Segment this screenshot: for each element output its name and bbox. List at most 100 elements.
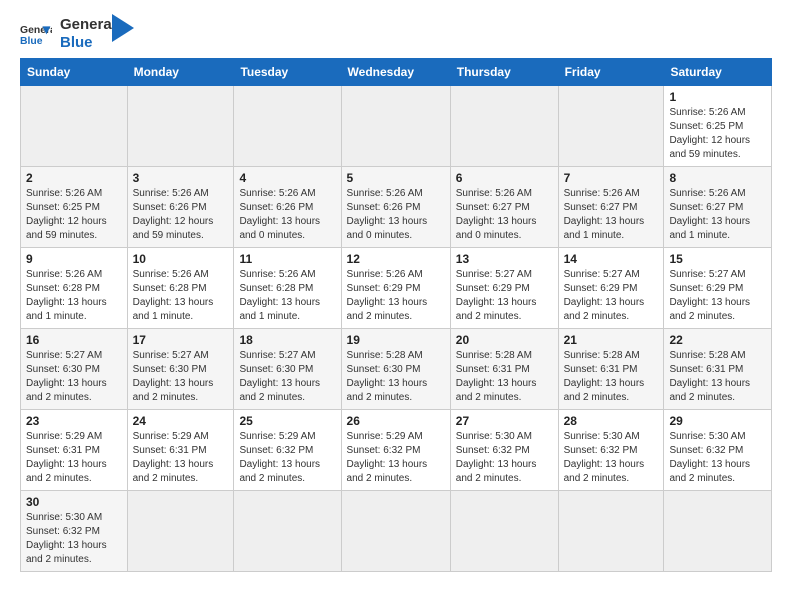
day-number: 12 [347, 252, 445, 266]
week-row-4: 23 Sunrise: 5:29 AM Sunset: 6:31 PM Dayli… [21, 410, 772, 491]
day-number: 25 [239, 414, 335, 428]
day-info: Sunrise: 5:26 AM Sunset: 6:27 PM Dayligh… [669, 187, 766, 243]
day-info: Sunrise: 5:27 AM Sunset: 6:30 PM Dayligh… [239, 349, 335, 405]
day-number: 22 [669, 333, 766, 347]
weekday-header-monday: Monday [127, 59, 234, 86]
day-number: 30 [26, 495, 122, 509]
calendar-cell: 3 Sunrise: 5:26 AM Sunset: 6:26 PM Daylig… [127, 167, 234, 248]
day-info: Sunrise: 5:26 AM Sunset: 6:26 PM Dayligh… [347, 187, 445, 243]
calendar-cell: 27Sunrise: 5:30 AM Sunset: 6:32 PM Dayli… [450, 410, 558, 491]
calendar-cell: 20 Sunrise: 5:28 AM Sunset: 6:31 PM Dayli… [450, 329, 558, 410]
day-number: 10 [133, 252, 229, 266]
calendar-cell: 1Sunrise: 5:26 AM Sunset: 6:25 PM Daylig… [664, 86, 772, 167]
calendar-cell [558, 491, 664, 572]
day-number: 18 [239, 333, 335, 347]
calendar-cell: 6Sunrise: 5:26 AM Sunset: 6:27 PM Daylig… [450, 167, 558, 248]
calendar-cell: 30 Sunrise: 5:30 AM Sunset: 6:32 PM Dayli… [21, 491, 128, 572]
calendar-cell [127, 491, 234, 572]
calendar-cell: 22 Sunrise: 5:28 AM Sunset: 6:31 PM Dayli… [664, 329, 772, 410]
week-row-3: 16Sunrise: 5:27 AM Sunset: 6:30 PM Dayli… [21, 329, 772, 410]
calendar-cell: 9 Sunrise: 5:26 AM Sunset: 6:28 PM Daylig… [21, 248, 128, 329]
day-info: Sunrise: 5:29 AM Sunset: 6:32 PM Dayligh… [239, 430, 335, 486]
calendar-cell: 7 Sunrise: 5:26 AM Sunset: 6:27 PM Daylig… [558, 167, 664, 248]
day-number: 11 [239, 252, 335, 266]
day-info: Sunrise: 5:27 AM Sunset: 6:29 PM Dayligh… [564, 268, 659, 324]
calendar-cell: 28Sunrise: 5:30 AM Sunset: 6:32 PM Dayli… [558, 410, 664, 491]
calendar-cell: 12 Sunrise: 5:26 AM Sunset: 6:29 PM Dayli… [341, 248, 450, 329]
day-info: Sunrise: 5:30 AM Sunset: 6:32 PM Dayligh… [26, 511, 122, 567]
day-info: Sunrise: 5:28 AM Sunset: 6:30 PM Dayligh… [347, 349, 445, 405]
day-info: Sunrise: 5:27 AM Sunset: 6:30 PM Dayligh… [26, 349, 122, 405]
calendar-cell: 8 Sunrise: 5:26 AM Sunset: 6:27 PM Daylig… [664, 167, 772, 248]
day-info: Sunrise: 5:28 AM Sunset: 6:31 PM Dayligh… [669, 349, 766, 405]
day-number: 27 [456, 414, 553, 428]
day-info: Sunrise: 5:27 AM Sunset: 6:29 PM Dayligh… [456, 268, 553, 324]
calendar-cell [234, 86, 341, 167]
calendar-cell: 5Sunrise: 5:26 AM Sunset: 6:26 PM Daylig… [341, 167, 450, 248]
weekday-header-thursday: Thursday [450, 59, 558, 86]
week-row-2: 9 Sunrise: 5:26 AM Sunset: 6:28 PM Daylig… [21, 248, 772, 329]
day-info: Sunrise: 5:30 AM Sunset: 6:32 PM Dayligh… [669, 430, 766, 486]
day-number: 4 [239, 171, 335, 185]
day-number: 14 [564, 252, 659, 266]
weekday-header-tuesday: Tuesday [234, 59, 341, 86]
weekday-header-sunday: Sunday [21, 59, 128, 86]
calendar-cell [450, 491, 558, 572]
day-number: 15 [669, 252, 766, 266]
day-info: Sunrise: 5:28 AM Sunset: 6:31 PM Dayligh… [564, 349, 659, 405]
logo-svg: General Blue [20, 20, 52, 48]
day-number: 24 [133, 414, 229, 428]
calendar-cell [127, 86, 234, 167]
calendar-cell: 19Sunrise: 5:28 AM Sunset: 6:30 PM Dayli… [341, 329, 450, 410]
calendar-cell: 25 Sunrise: 5:29 AM Sunset: 6:32 PM Dayli… [234, 410, 341, 491]
calendar-cell: 21 Sunrise: 5:28 AM Sunset: 6:31 PM Dayli… [558, 329, 664, 410]
day-info: Sunrise: 5:26 AM Sunset: 6:25 PM Dayligh… [669, 106, 766, 162]
day-number: 7 [564, 171, 659, 185]
day-number: 21 [564, 333, 659, 347]
calendar-cell [21, 86, 128, 167]
day-number: 3 [133, 171, 229, 185]
weekday-header-row: SundayMondayTuesdayWednesdayThursdayFrid… [21, 59, 772, 86]
calendar-cell: 17Sunrise: 5:27 AM Sunset: 6:30 PM Dayli… [127, 329, 234, 410]
calendar-cell: 23 Sunrise: 5:29 AM Sunset: 6:31 PM Dayli… [21, 410, 128, 491]
weekday-header-wednesday: Wednesday [341, 59, 450, 86]
day-number: 17 [133, 333, 229, 347]
day-info: Sunrise: 5:26 AM Sunset: 6:26 PM Dayligh… [239, 187, 335, 243]
day-number: 26 [347, 414, 445, 428]
day-info: Sunrise: 5:26 AM Sunset: 6:28 PM Dayligh… [133, 268, 229, 324]
calendar-cell: 29Sunrise: 5:30 AM Sunset: 6:32 PM Dayli… [664, 410, 772, 491]
week-row-1: 2 Sunrise: 5:26 AM Sunset: 6:25 PM Daylig… [21, 167, 772, 248]
week-row-5: 30 Sunrise: 5:30 AM Sunset: 6:32 PM Dayli… [21, 491, 772, 572]
day-info: Sunrise: 5:26 AM Sunset: 6:26 PM Dayligh… [133, 187, 229, 243]
calendar-cell: 13Sunrise: 5:27 AM Sunset: 6:29 PM Dayli… [450, 248, 558, 329]
day-info: Sunrise: 5:29 AM Sunset: 6:31 PM Dayligh… [133, 430, 229, 486]
calendar-cell: 15Sunrise: 5:27 AM Sunset: 6:29 PM Dayli… [664, 248, 772, 329]
calendar-cell: 16Sunrise: 5:27 AM Sunset: 6:30 PM Dayli… [21, 329, 128, 410]
calendar-cell [341, 86, 450, 167]
day-number: 2 [26, 171, 122, 185]
weekday-header-saturday: Saturday [664, 59, 772, 86]
calendar-cell: 14 Sunrise: 5:27 AM Sunset: 6:29 PM Dayli… [558, 248, 664, 329]
calendar-cell [450, 86, 558, 167]
calendar-cell [664, 491, 772, 572]
day-number: 8 [669, 171, 766, 185]
logo: General Blue General Blue [20, 16, 134, 52]
logo-general: General [60, 16, 116, 34]
day-info: Sunrise: 5:26 AM Sunset: 6:29 PM Dayligh… [347, 268, 445, 324]
calendar-cell: 26Sunrise: 5:29 AM Sunset: 6:32 PM Dayli… [341, 410, 450, 491]
day-info: Sunrise: 5:26 AM Sunset: 6:27 PM Dayligh… [564, 187, 659, 243]
calendar-cell: 18 Sunrise: 5:27 AM Sunset: 6:30 PM Dayli… [234, 329, 341, 410]
day-number: 28 [564, 414, 659, 428]
day-number: 9 [26, 252, 122, 266]
day-number: 6 [456, 171, 553, 185]
day-info: Sunrise: 5:26 AM Sunset: 6:28 PM Dayligh… [26, 268, 122, 324]
day-info: Sunrise: 5:29 AM Sunset: 6:31 PM Dayligh… [26, 430, 122, 486]
calendar-cell: 2 Sunrise: 5:26 AM Sunset: 6:25 PM Daylig… [21, 167, 128, 248]
calendar-cell [341, 491, 450, 572]
day-number: 23 [26, 414, 122, 428]
calendar-cell: 4 Sunrise: 5:26 AM Sunset: 6:26 PM Daylig… [234, 167, 341, 248]
day-info: Sunrise: 5:26 AM Sunset: 6:25 PM Dayligh… [26, 187, 122, 243]
day-info: Sunrise: 5:28 AM Sunset: 6:31 PM Dayligh… [456, 349, 553, 405]
svg-text:Blue: Blue [20, 36, 43, 47]
day-number: 20 [456, 333, 553, 347]
